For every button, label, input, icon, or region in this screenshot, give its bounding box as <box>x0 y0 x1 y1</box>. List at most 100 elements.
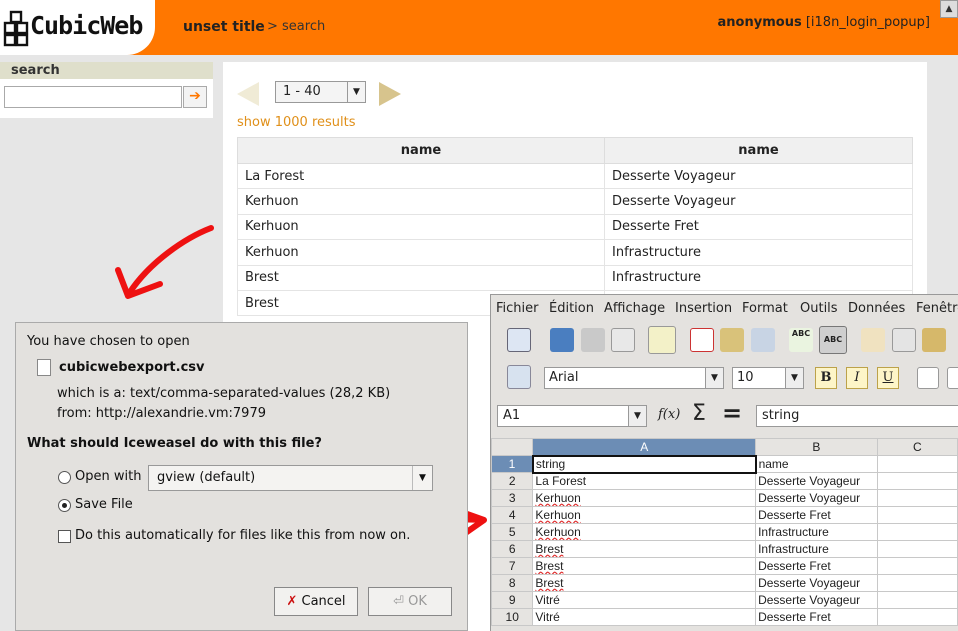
ok-button[interactable]: ⏎ OK <box>368 587 452 616</box>
function-wizard-icon[interactable]: f(x) <box>658 403 682 427</box>
open-folder-icon[interactable] <box>550 328 574 352</box>
grid-cell[interactable]: Desserte Voyageur <box>755 472 878 490</box>
menu-insertion[interactable]: Insertion <box>675 301 732 316</box>
grid-cell[interactable]: Vitré <box>532 608 757 626</box>
column-header-b[interactable]: B <box>755 438 878 456</box>
spreadsheet-grid: A B C 1 string name 2 La Forest Desserte… <box>491 438 958 626</box>
grid-cell[interactable]: Brest <box>532 557 757 575</box>
font-size-select[interactable]: 10 ▼ <box>732 367 804 389</box>
grid-cell[interactable]: Kerhuon <box>532 523 757 541</box>
print-preview-icon[interactable] <box>751 328 775 352</box>
italic-button[interactable]: I <box>846 367 868 389</box>
grid-cell[interactable] <box>876 523 958 541</box>
grid-cell[interactable]: name <box>755 455 878 473</box>
chevron-down-icon: ▼ <box>705 368 723 388</box>
edit-mode-icon[interactable] <box>648 326 676 354</box>
grid-cell[interactable]: Desserte Voyageur <box>755 591 878 609</box>
spellcheck-icon[interactable]: ABC <box>789 328 813 352</box>
grid-cell[interactable] <box>876 540 958 558</box>
grid-cell[interactable]: Desserte Fret <box>755 506 878 524</box>
row-header[interactable]: 3 <box>491 489 534 507</box>
menu-affichage[interactable]: Affichage <box>604 301 665 316</box>
paste-icon[interactable] <box>922 328 946 352</box>
sum-icon[interactable]: Σ <box>692 401 706 427</box>
grid-cell[interactable]: Desserte Voyageur <box>755 489 878 507</box>
grid-cell[interactable]: Desserte Voyageur <box>755 574 878 592</box>
grid-cell[interactable] <box>876 506 958 524</box>
grid-cell[interactable]: Desserte Fret <box>755 557 878 575</box>
grid-cell[interactable]: Brest <box>532 540 757 558</box>
menu-outils[interactable]: Outils <box>800 301 838 316</box>
row-header[interactable]: 8 <box>491 574 534 592</box>
grid-cell[interactable]: La Forest <box>532 472 757 490</box>
auto-action-checkbox[interactable] <box>58 530 71 543</box>
save-file-label[interactable]: Save File <box>75 497 133 512</box>
align-left-icon[interactable] <box>917 367 939 389</box>
dialog-question: What should Iceweasel do with this file? <box>27 436 322 451</box>
menu-format[interactable]: Format <box>742 301 788 316</box>
grid-cell[interactable] <box>876 608 958 626</box>
save-file-radio[interactable] <box>58 499 71 512</box>
grid-cell[interactable]: Brest <box>532 574 757 592</box>
grid-cell[interactable] <box>876 557 958 575</box>
grid-cell[interactable]: Vitré <box>532 591 757 609</box>
row-header[interactable]: 1 <box>491 455 534 473</box>
font-name-value: Arial <box>549 370 579 385</box>
row-header[interactable]: 4 <box>491 506 534 524</box>
auto-spellcheck-icon[interactable]: ABC <box>819 326 847 354</box>
menu-donnees[interactable]: Données <box>848 301 905 316</box>
grid-cell[interactable] <box>876 574 958 592</box>
row-header[interactable]: 7 <box>491 557 534 575</box>
chevron-down-icon: ▼ <box>628 406 646 426</box>
font-name-select[interactable]: Arial ▼ <box>544 367 724 389</box>
row-header[interactable]: 9 <box>491 591 534 609</box>
underline-button[interactable]: U <box>877 367 899 389</box>
grid-cell[interactable] <box>876 472 958 490</box>
grid-cell[interactable] <box>876 591 958 609</box>
grid-row: 3 Kerhuon Desserte Voyageur <box>491 489 958 507</box>
menu-fichier[interactable]: Fichier <box>496 301 539 316</box>
equals-icon[interactable]: = <box>722 399 742 427</box>
select-all-corner[interactable] <box>491 438 534 456</box>
grid-cell[interactable] <box>876 489 958 507</box>
open-with-radio[interactable] <box>58 471 71 484</box>
grid-cell[interactable]: Infrastructure <box>755 540 878 558</box>
row-header[interactable]: 6 <box>491 540 534 558</box>
auto-action-label[interactable]: Do this automatically for files like thi… <box>75 528 410 543</box>
grid-cell[interactable]: Kerhuon <box>532 489 757 507</box>
cancel-button-label: Cancel <box>301 594 346 609</box>
print-icon[interactable] <box>720 328 744 352</box>
cell-reference-value: A1 <box>503 408 521 423</box>
align-center-icon[interactable] <box>947 367 958 389</box>
menu-fenetre[interactable]: Fenêtre <box>916 301 958 316</box>
menu-edition[interactable]: Édition <box>549 301 594 316</box>
row-header[interactable]: 10 <box>491 608 534 626</box>
grid-row: 7 Brest Desserte Fret <box>491 557 958 575</box>
curved-arrow-shaft <box>127 225 214 295</box>
column-header-c[interactable]: C <box>876 438 958 456</box>
ok-button-label: OK <box>408 594 427 609</box>
new-document-icon[interactable] <box>507 328 531 352</box>
grid-cell[interactable] <box>876 455 958 473</box>
chevron-down-icon: ▼ <box>785 368 803 388</box>
open-with-app-select[interactable]: gview (default) ▼ <box>148 465 433 491</box>
copy-icon[interactable] <box>892 328 916 352</box>
cell-reference-box[interactable]: A1 ▼ <box>497 405 647 427</box>
send-mail-icon[interactable] <box>611 328 635 352</box>
export-pdf-icon[interactable] <box>690 328 714 352</box>
formula-input[interactable]: string <box>756 405 958 427</box>
save-icon[interactable] <box>581 328 605 352</box>
row-header[interactable]: 2 <box>491 472 534 490</box>
styles-icon[interactable] <box>507 365 531 389</box>
column-header-a[interactable]: A <box>532 438 757 456</box>
row-header[interactable]: 5 <box>491 523 534 541</box>
grid-cell[interactable]: Kerhuon <box>532 506 757 524</box>
cancel-button[interactable]: ✗ Cancel <box>274 587 358 616</box>
grid-cell[interactable]: string <box>531 454 757 474</box>
bold-button[interactable]: B <box>815 367 837 389</box>
grid-cell[interactable]: Infrastructure <box>755 523 878 541</box>
open-with-app-value: gview (default) <box>157 470 256 485</box>
cut-icon[interactable] <box>861 328 885 352</box>
open-with-label[interactable]: Open with <box>75 469 141 484</box>
grid-cell[interactable]: Desserte Fret <box>755 608 878 626</box>
